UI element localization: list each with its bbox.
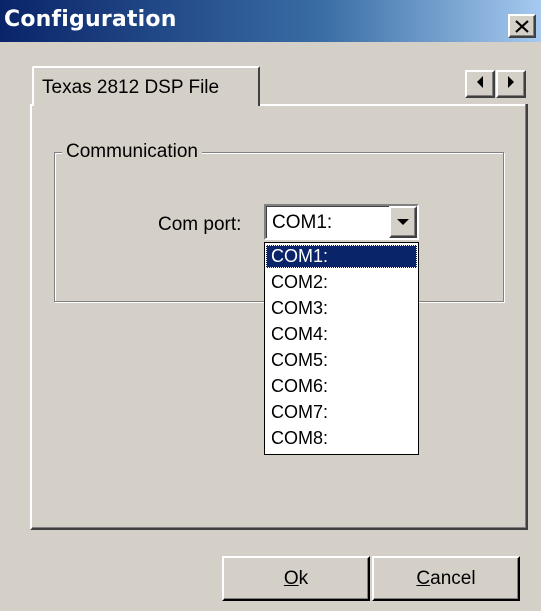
com-port-label: Com port: [158, 214, 242, 235]
cancel-label-rest: ancel [430, 567, 476, 589]
close-icon [515, 19, 529, 33]
window-title: Configuration [4, 7, 177, 32]
dropdown-option-com7[interactable]: COM7: [266, 401, 417, 424]
ok-button[interactable]: Ok [222, 556, 370, 601]
dropdown-option-com1[interactable]: COM1: [266, 245, 417, 268]
com-port-dropdown-button[interactable] [389, 206, 417, 238]
com-port-value: COM1: [272, 212, 333, 233]
tab-scroll-left-button[interactable] [465, 70, 495, 98]
close-button[interactable] [508, 14, 536, 38]
tab-texas-2812-dsp-file[interactable]: Texas 2812 DSP File [32, 66, 260, 106]
ok-label-rest: k [298, 567, 309, 589]
triangle-down-icon [397, 213, 409, 231]
dropdown-option-com3[interactable]: COM3: [266, 297, 417, 320]
cancel-mnemonic: C [416, 567, 431, 589]
configuration-dialog: Configuration Texas 2812 DSP File Commun… [0, 0, 541, 611]
communication-group-label: Communication [62, 141, 202, 163]
ok-button-label: Ok [284, 568, 308, 590]
com-port-dropdown-list[interactable]: COM1: COM2: COM3: COM4: COM5: COM6: COM7… [264, 242, 419, 455]
ok-mnemonic: O [283, 567, 299, 589]
cancel-button-label: Cancel [416, 568, 475, 590]
dropdown-option-com5[interactable]: COM5: [266, 349, 417, 372]
dropdown-option-com6[interactable]: COM6: [266, 375, 417, 398]
dropdown-option-com8[interactable]: COM8: [266, 427, 417, 450]
tab-label: Texas 2812 DSP File [42, 77, 220, 98]
dropdown-option-com4[interactable]: COM4: [266, 323, 417, 346]
cancel-button[interactable]: Cancel [372, 556, 520, 601]
com-port-combobox[interactable]: COM1: [264, 204, 419, 240]
tab-scroll-buttons [465, 70, 527, 98]
tab-scroll-right-button[interactable] [496, 70, 526, 98]
triangle-left-icon [476, 75, 484, 93]
dropdown-option-com2[interactable]: COM2: [266, 271, 417, 294]
triangle-right-icon [507, 75, 515, 93]
title-bar[interactable]: Configuration [0, 0, 541, 42]
